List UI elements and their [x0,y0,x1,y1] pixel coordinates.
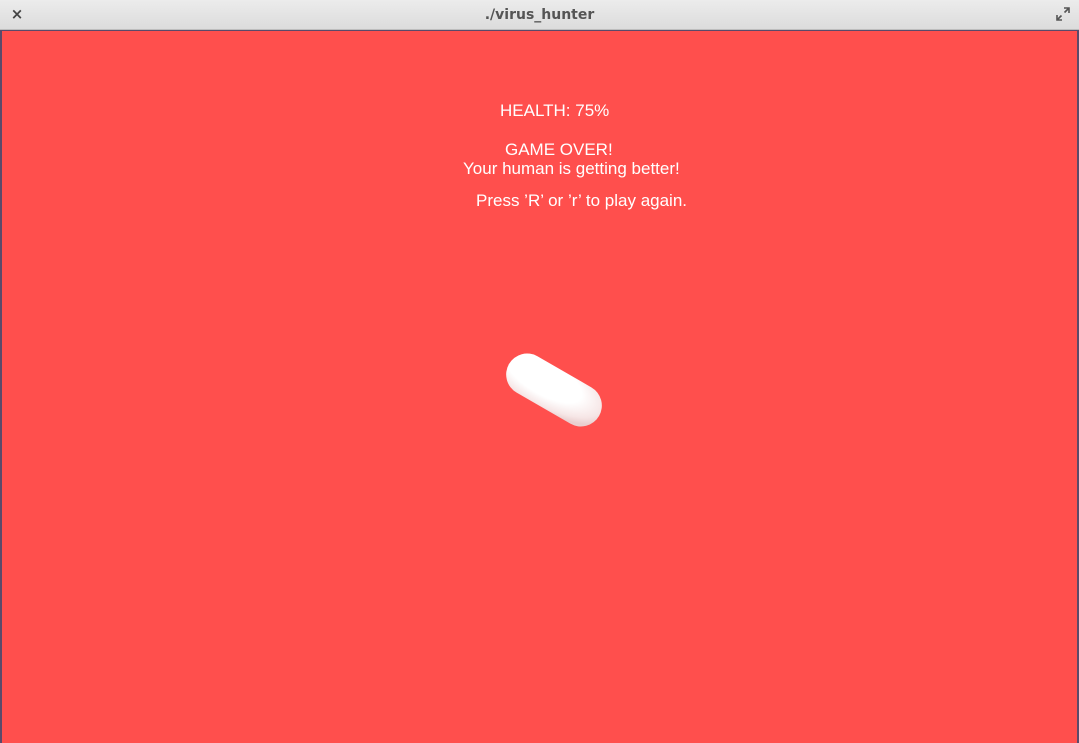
maximize-icon[interactable] [1056,7,1070,21]
window-title: ./virus_hunter [484,7,595,23]
health-readout: HEALTH: 75% [500,101,610,120]
restart-hint: Press ’R’ or ’r’ to play again. [476,191,688,210]
game-over-text: GAME OVER! [505,140,613,159]
result-message: Your human is getting better! [463,159,680,178]
game-window: × ./virus_hunter HEALTH: 75% GAME OVER! … [0,0,1079,743]
pill-sprite [506,353,602,427]
game-canvas[interactable]: HEALTH: 75% GAME OVER! Your human is get… [2,31,1077,743]
title-bar: × ./virus_hunter [0,0,1079,30]
